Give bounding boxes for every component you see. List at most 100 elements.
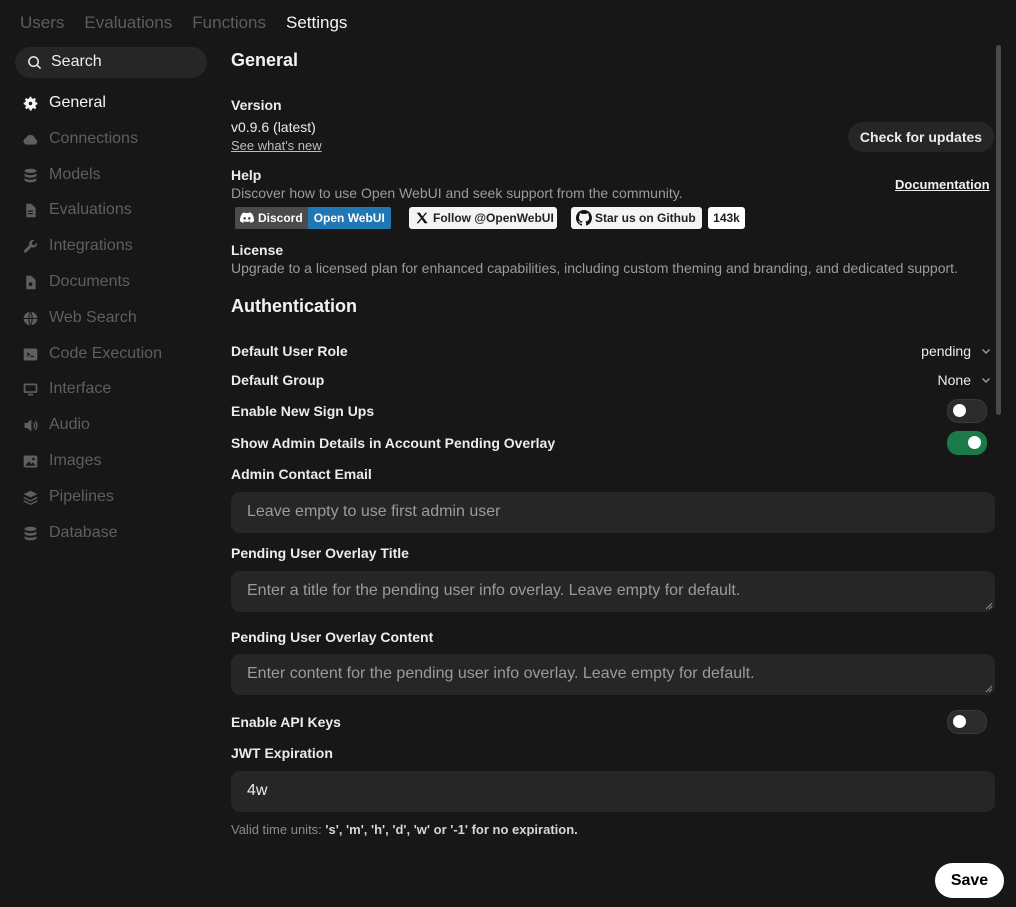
sidebar-item-web-search[interactable]: Web Search [22, 306, 137, 330]
sidebar-item-label: Web Search [49, 309, 137, 326]
github-star-badge[interactable]: Star us on Github [571, 207, 702, 229]
admin-details-toggle[interactable] [947, 431, 987, 455]
gear-icon [23, 96, 38, 110]
discord-badge[interactable]: Discord Open WebUI [235, 207, 391, 229]
sidebar-item-label: Connections [49, 130, 138, 147]
save-button[interactable]: Save [935, 863, 1004, 898]
sidebar-item-pipelines[interactable]: Pipelines [22, 485, 114, 509]
top-nav: Users Evaluations Functions Settings [20, 11, 367, 35]
overlay-content-textarea[interactable]: Enter content for the pending user info … [231, 654, 995, 695]
jwt-label: JWT Expiration [231, 745, 333, 761]
sidebar-item-integrations[interactable]: Integrations [22, 234, 133, 258]
sidebar-item-interface[interactable]: Interface [22, 377, 111, 401]
sidebar-item-label: Models [49, 166, 101, 183]
resize-grip-icon[interactable] [985, 685, 993, 693]
api-keys-label: Enable API Keys [231, 714, 341, 730]
wrench-icon [23, 239, 38, 253]
signups-toggle[interactable] [947, 399, 987, 423]
monitor-icon [23, 383, 38, 395]
discord-badge-left: Discord [235, 207, 308, 229]
help-text: Discover how to use Open WebUI and seek … [231, 185, 683, 201]
admin-email-label: Admin Contact Email [231, 466, 372, 482]
sidebar-item-evaluations[interactable]: Evaluations [22, 198, 132, 222]
tab-users[interactable]: Users [20, 11, 64, 35]
sidebar-search[interactable]: Search [15, 47, 207, 78]
chevron-down-icon [982, 349, 990, 354]
discord-badge-right: Open WebUI [307, 207, 391, 229]
chevron-down-icon [982, 378, 990, 383]
toggle-knob [953, 715, 966, 728]
sidebar-item-label: Images [49, 452, 102, 469]
x-logo-icon [416, 212, 428, 224]
check-updates-button[interactable]: Check for updates [848, 122, 994, 152]
section-title-authentication: Authentication [231, 296, 357, 316]
overlay-title-placeholder: Enter a title for the pending user info … [247, 582, 741, 599]
terminal-icon [23, 348, 38, 360]
github-star-count: 143k [708, 207, 745, 229]
default-group-select[interactable]: None [938, 372, 991, 388]
scrollbar[interactable] [996, 45, 1001, 415]
sidebar-item-label: Evaluations [49, 201, 132, 218]
admin-email-input[interactable]: Leave empty to use first admin user [231, 492, 995, 533]
help-label: Help [231, 167, 262, 183]
signups-label: Enable New Sign Ups [231, 403, 375, 419]
toggle-knob [968, 436, 981, 449]
sidebar-item-connections[interactable]: Connections [22, 127, 138, 151]
sidebar-item-label: Pipelines [49, 488, 114, 505]
speaker-icon [24, 419, 38, 431]
version-value: v0.9.6 (latest) [231, 119, 316, 135]
version-label: Version [231, 97, 282, 113]
sidebar-item-images[interactable]: Images [22, 449, 101, 473]
sidebar-item-models[interactable]: Models [22, 163, 101, 187]
default-role-label: Default User Role [231, 343, 348, 359]
document-icon [26, 203, 36, 217]
globe-icon [23, 310, 38, 326]
documentation-link[interactable]: Documentation [895, 177, 990, 192]
file-icon [26, 275, 36, 289]
github-star-text: Star us on Github [595, 211, 696, 225]
stack-icon [23, 490, 38, 505]
overlay-content-label: Pending User Overlay Content [231, 629, 434, 645]
license-label: License [231, 242, 284, 258]
default-group-value: None [937, 372, 971, 388]
sidebar-item-general[interactable]: General [22, 91, 106, 115]
tab-evaluations[interactable]: Evaluations [84, 11, 172, 35]
sidebar-item-label: Integrations [49, 237, 133, 254]
sidebar-item-label: Documents [49, 273, 130, 290]
toggle-knob [953, 404, 966, 417]
jwt-input[interactable]: 4w [231, 771, 995, 812]
jwt-hint: Valid time units: 's', 'm', 'h', 'd', 'w… [231, 822, 578, 836]
discord-icon [240, 212, 254, 223]
resize-grip-icon[interactable] [985, 602, 993, 610]
sidebar-item-audio[interactable]: Audio [22, 413, 90, 437]
admin-email-placeholder: Leave empty to use first admin user [247, 503, 501, 520]
jwt-hint-units: 's', 'm', 'h', 'd', 'w' or '-1' for no e… [325, 822, 578, 836]
sidebar-item-label: Interface [49, 380, 112, 397]
x-follow-text: Follow @OpenWebUI [433, 211, 554, 225]
search-label: Search [51, 53, 102, 70]
jwt-value: 4w [247, 782, 268, 799]
default-group-label: Default Group [231, 372, 325, 388]
tab-functions[interactable]: Functions [192, 11, 266, 35]
section-title-general: General [231, 50, 299, 70]
tab-settings[interactable]: Settings [286, 11, 347, 35]
whats-new-link[interactable]: See what's new [231, 138, 322, 153]
overlay-title-label: Pending User Overlay Title [231, 545, 409, 561]
database-icon [24, 526, 37, 540]
cloud-icon [23, 134, 38, 145]
cube-icon [24, 168, 37, 182]
default-role-value: pending [921, 343, 971, 359]
image-icon [23, 455, 38, 467]
default-role-select[interactable]: pending [921, 343, 991, 359]
sidebar-item-code-execution[interactable]: Code Execution [22, 342, 162, 366]
github-icon [576, 210, 592, 226]
search-icon [28, 56, 42, 70]
sidebar-item-label: Database [49, 524, 118, 541]
overlay-title-textarea[interactable]: Enter a title for the pending user info … [231, 571, 995, 612]
api-keys-toggle[interactable] [947, 710, 987, 734]
sidebar-item-database[interactable]: Database [22, 521, 118, 545]
sidebar-item-label: Audio [49, 416, 90, 433]
license-text: Upgrade to a licensed plan for enhanced … [231, 260, 958, 276]
sidebar-item-documents[interactable]: Documents [22, 270, 130, 294]
x-follow-badge[interactable]: Follow @OpenWebUI [409, 207, 557, 229]
